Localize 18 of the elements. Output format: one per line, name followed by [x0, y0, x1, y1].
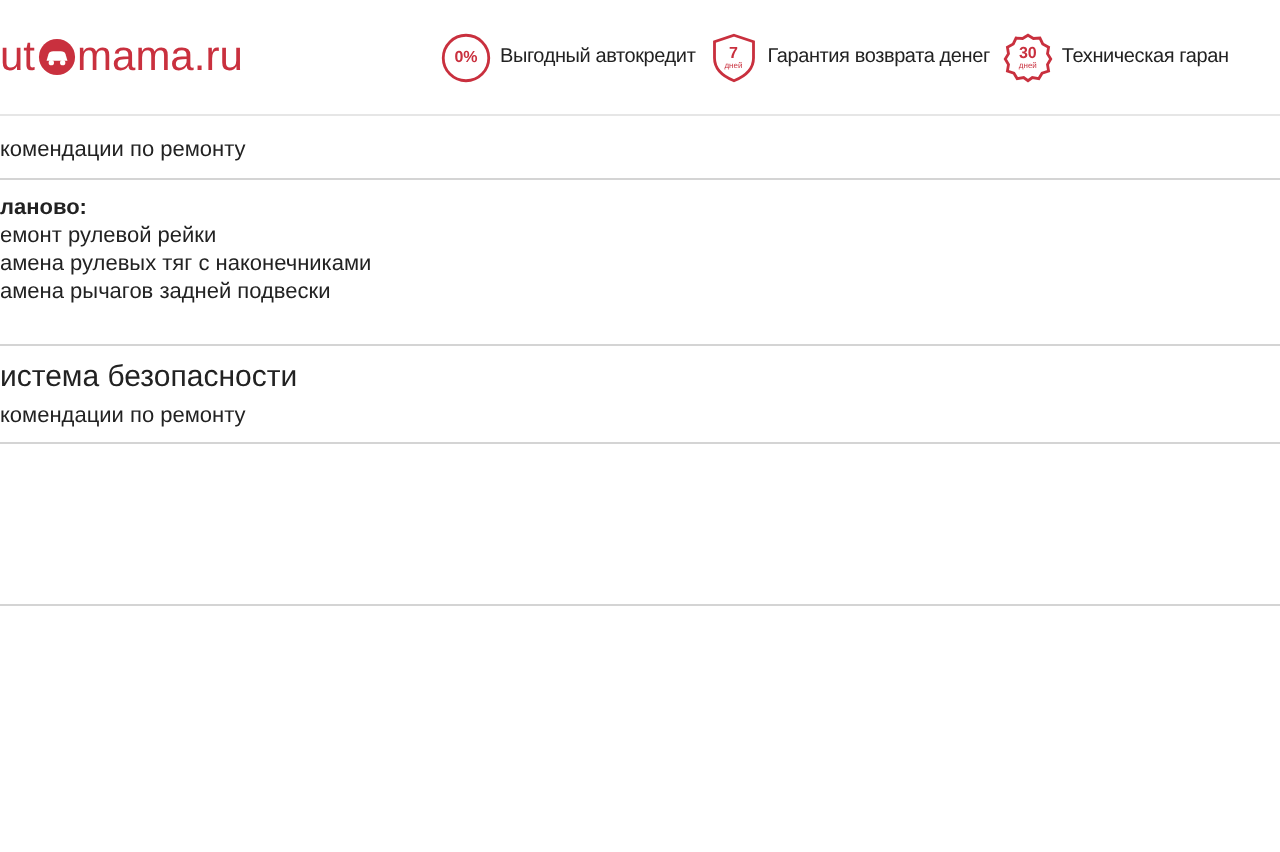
- benefit-label[interactable]: Гарантия возврата денег: [767, 42, 990, 72]
- icon-number: 30: [1018, 45, 1037, 61]
- car-logo-icon: [37, 38, 76, 76]
- section-title: истема безопасности: [0, 358, 300, 398]
- shield-icon: [707, 31, 760, 83]
- circle-icon: [440, 31, 492, 83]
- benefit-label[interactable]: Техническая гаран: [1061, 42, 1229, 72]
- recommendations-heading: комендации по ремонту: [0, 116, 1280, 180]
- seal-icon: [1001, 31, 1054, 83]
- recommendations-heading: комендации по ремонту: [0, 398, 1280, 444]
- logo[interactable]: ut mama.ru: [0, 25, 424, 89]
- repair-item: емонт рулевой рейки: [0, 222, 219, 250]
- icon-number: 7: [728, 45, 738, 61]
- plan-heading: ланово:: [0, 194, 89, 222]
- repair-item: амена рычагов задней подвески: [0, 278, 333, 306]
- benefit-label[interactable]: Выгодный автокредит: [500, 42, 696, 72]
- repair-item: амена рулевых тяг с наконечниками: [0, 250, 374, 278]
- icon-number: 0%: [454, 49, 478, 65]
